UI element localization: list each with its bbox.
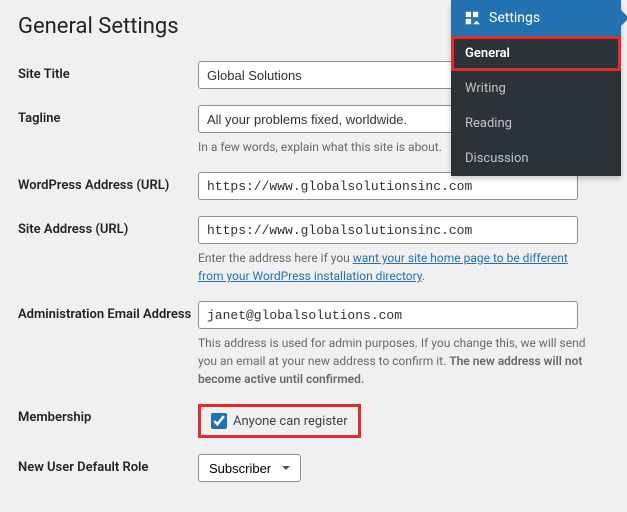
row-membership: Membership Anyone can register [18, 404, 609, 438]
flyout-item-discussion[interactable]: Discussion [451, 141, 621, 176]
checkbox-label: Anyone can register [233, 414, 348, 429]
membership-highlight: Anyone can register [198, 404, 361, 438]
label-admin-email: Administration Email Address [18, 301, 198, 322]
row-wp-address: WordPress Address (URL) [18, 172, 609, 200]
settings-flyout: Settings General Writing Reading Discuss… [451, 0, 621, 176]
input-site-address[interactable] [198, 216, 578, 244]
label-default-role: New User Default Role [18, 454, 198, 475]
label-site-title: Site Title [18, 61, 198, 82]
row-default-role: New User Default Role Subscriber [18, 454, 609, 482]
label-wp-address: WordPress Address (URL) [18, 172, 198, 193]
desc-admin-email: This address is used for admin purposes.… [198, 334, 588, 388]
row-site-address: Site Address (URL) Enter the address her… [18, 216, 609, 285]
flyout-item-reading[interactable]: Reading [451, 106, 621, 141]
input-wp-address[interactable] [198, 172, 578, 200]
checkbox-anyone-register[interactable] [211, 413, 227, 429]
flyout-header[interactable]: Settings [451, 0, 621, 36]
select-default-role[interactable]: Subscriber [198, 454, 301, 482]
label-tagline: Tagline [18, 105, 198, 126]
desc-site-address: Enter the address here if you want your … [198, 249, 588, 285]
flyout-item-writing[interactable]: Writing [451, 71, 621, 106]
row-admin-email: Administration Email Address This addres… [18, 301, 609, 388]
input-admin-email[interactable] [198, 301, 578, 329]
label-site-address: Site Address (URL) [18, 216, 198, 237]
flyout-item-general[interactable]: General [451, 36, 621, 71]
label-membership: Membership [18, 404, 198, 425]
settings-icon [463, 9, 481, 27]
